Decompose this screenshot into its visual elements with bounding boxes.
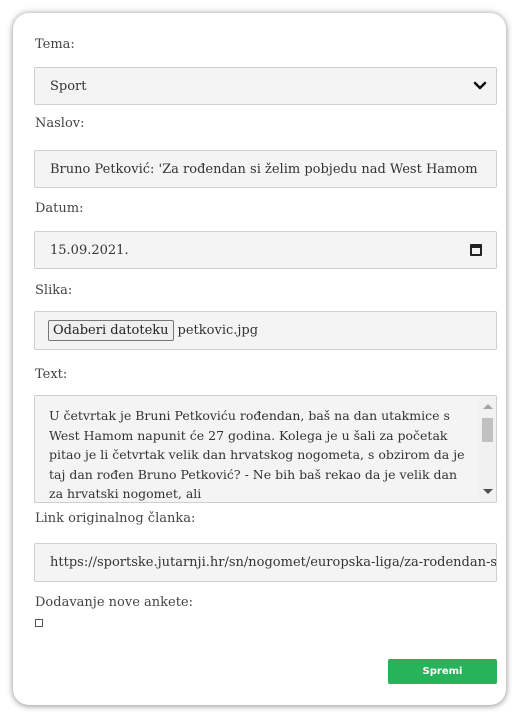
scroll-up-icon[interactable] [483, 404, 493, 409]
text-label: Text: [35, 367, 68, 382]
choose-file-button[interactable]: Odaberi datoteku [48, 320, 174, 341]
slika-label: Slika: [35, 283, 73, 298]
scroll-down-icon[interactable] [483, 489, 493, 494]
slika-file-input[interactable]: Odaberi datoteku petkovic.jpg [34, 311, 497, 350]
link-label: Link originalnog članka: [35, 511, 196, 526]
tema-label: Tema: [35, 37, 75, 52]
link-value: https://sportske.jutarnji.hr/sn/nogomet/… [50, 555, 496, 570]
datum-input[interactable]: 15.09.2021. [34, 231, 497, 269]
anketa-label: Dodavanje nove ankete: [35, 595, 194, 610]
textarea-scrollbar[interactable] [479, 396, 496, 502]
text-textarea[interactable]: U četvrtak je Bruni Petkoviću rođendan, … [34, 395, 497, 503]
datum-value: 15.09.2021. [50, 242, 129, 258]
link-input[interactable]: https://sportske.jutarnji.hr/sn/nogomet/… [34, 543, 497, 582]
calendar-icon[interactable] [470, 244, 482, 256]
tema-selected-value: Sport [50, 78, 87, 94]
scroll-thumb[interactable] [482, 418, 493, 442]
tema-select[interactable]: Sport [34, 67, 497, 105]
selected-filename: petkovic.jpg [177, 323, 259, 338]
naslov-input[interactable]: Bruno Petković: 'Za rođendan si želim po… [34, 150, 497, 188]
article-form-card: Tema: Sport Naslov: Bruno Petković: 'Za … [13, 13, 506, 705]
naslov-value: Bruno Petković: 'Za rođendan si želim po… [50, 161, 478, 177]
text-value: U četvrtak je Bruni Petkoviću rođendan, … [49, 408, 465, 501]
datum-label: Datum: [35, 201, 84, 216]
chevron-down-icon [473, 81, 487, 90]
save-button[interactable]: Spremi [388, 659, 497, 684]
anketa-checkbox[interactable] [35, 619, 43, 627]
naslov-label: Naslov: [35, 116, 85, 131]
